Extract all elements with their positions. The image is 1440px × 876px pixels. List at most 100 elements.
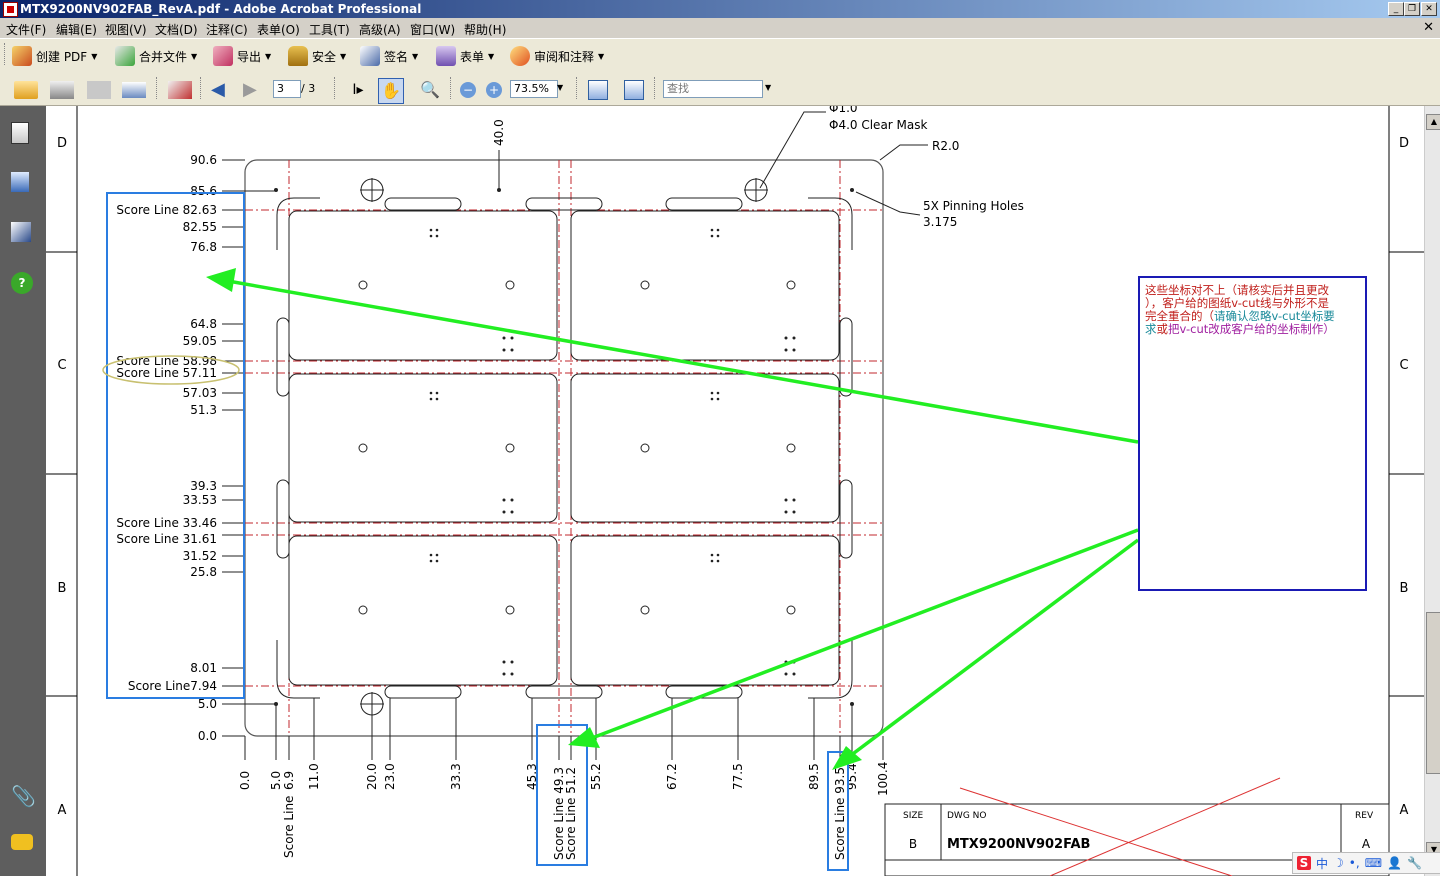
user-icon[interactable]: 👤 [1387,856,1402,870]
signatures-icon[interactable] [11,222,31,242]
next-page-icon[interactable]: ▶ [243,81,263,99]
drawing-canvas: D C B A D C B A 90.6 85.6 Score Line 82.… [46,106,1424,876]
toolbar-grip[interactable] [200,77,204,99]
zoom-out-icon[interactable]: − [460,82,476,98]
x-label: 55.2 [589,763,603,790]
ime-logo-icon[interactable]: S [1297,856,1311,870]
menu-advanced[interactable]: 高级(A) [359,21,401,38]
y-label: 64.8 [190,317,217,331]
email-icon[interactable] [122,82,146,98]
forms-icon [436,46,456,66]
x-label: 6.9 [282,771,296,790]
toolbar-grip[interactable] [156,77,160,99]
y-label: 76.8 [190,240,217,254]
export-label: 导出 [237,49,262,64]
review-comment-button[interactable]: 审阅和注释 ▼ [510,45,604,67]
export-icon [213,46,233,66]
menu-comments[interactable]: 注释(C) [206,21,248,38]
navigation-panel: ? 📎 [0,106,46,876]
open-folder-icon[interactable] [14,81,38,99]
toolbar-grip[interactable] [4,43,8,65]
document-close-icon[interactable]: ✕ [1423,20,1434,35]
search-input[interactable]: 查找 [663,80,763,98]
zoom-tool-icon[interactable]: 🔍 [418,81,442,105]
vertical-scrollbar[interactable]: ▲ ▼ [1424,106,1440,876]
forms-label: 表单 [460,49,485,64]
comment-text-seg-a: 完全重合的（ [1145,309,1214,323]
zoom-dropdown-icon[interactable]: ▼ [557,83,563,92]
scroll-up-icon[interactable]: ▲ [1426,114,1440,130]
menu-window[interactable]: 窗口(W) [410,21,455,38]
ime-toolbar: S 中 ☽ •, ⌨ 👤 🔧 [1292,852,1440,874]
sign-label: 签名 [384,49,409,64]
attachments-icon[interactable]: 📎 [11,784,36,808]
toolbar-grip[interactable] [576,77,580,99]
chinese-mode-icon[interactable]: 中 [1316,855,1328,872]
fit-width-icon[interactable] [588,80,608,100]
bookmarks-icon[interactable] [11,172,29,192]
x-label: 5.0 [269,771,283,790]
zoom-in-icon[interactable]: + [486,82,502,98]
menu-view[interactable]: 视图(V) [105,21,147,38]
menu-help[interactable]: 帮助(H) [464,21,506,38]
previous-page-icon[interactable]: ◀ [211,81,231,99]
save-icon[interactable] [87,81,111,99]
page-number-input[interactable]: 3 [273,80,301,98]
print-icon[interactable] [50,81,74,99]
comment-text-seg-e: 把v-cut改成客户给的坐标制作） [1168,322,1335,336]
y-label: 51.3 [190,403,217,417]
menu-forms[interactable]: 表单(O) [257,21,300,38]
zone-label-left-d: D [57,136,67,151]
menu-tools[interactable]: 工具(T) [309,21,350,38]
y-label: 31.52 [183,549,217,563]
combine-files-label: 合并文件 [139,49,188,64]
select-text-icon[interactable]: I▸ [346,81,370,105]
pen-icon [360,46,380,66]
top-dimension-label: 40.0 [492,119,506,146]
x-label: 20.0 [365,763,379,790]
comments-icon[interactable] [11,834,33,850]
sign-button[interactable]: 签名 ▼ [360,45,418,67]
menu-file[interactable]: 文件(F) [6,21,46,38]
moon-icon[interactable]: ☽ [1333,856,1344,870]
y-score-label: Score Line7.94 [128,679,217,693]
y-label: 82.55 [183,220,217,234]
forms-button[interactable]: 表单 ▼ [436,45,494,67]
help-icon[interactable]: ? [11,272,33,294]
toolbar-grip[interactable] [334,77,338,99]
toolbar-grip[interactable] [450,77,454,99]
menu-document[interactable]: 文档(D) [155,21,198,38]
hand-tool-icon[interactable]: ✋ [378,78,404,104]
toolbar-grip[interactable] [654,77,658,99]
x-label: 77.5 [731,763,745,790]
search-dropdown-icon[interactable]: ▼ [765,83,771,92]
pages-icon[interactable] [11,122,29,144]
menu-edit[interactable]: 编辑(E) [56,21,97,38]
rev-label: REV [1355,811,1374,821]
window-title: MTX9200NV902FAB_RevA.pdf - Adobe Acrobat… [20,2,422,16]
tools-icon[interactable]: 🔧 [1407,856,1422,870]
zoom-level-input[interactable]: 73.5% [510,80,558,98]
x-label: 89.5 [807,763,821,790]
comment-text-seg-c: 求 [1145,322,1157,336]
ocr-icon[interactable] [168,81,192,99]
review-comment-label: 审阅和注释 [534,49,595,64]
comment-text-line4: 求或把v-cut改成客户给的坐标制作） [1145,322,1335,336]
zone-label-left-c: C [57,358,66,373]
combine-files-button[interactable]: 合并文件 ▼ [115,45,197,67]
comment-text-seg-d: 或 [1157,322,1169,336]
x-score-label: Score Line 51.2 [564,767,578,860]
fit-page-icon[interactable] [624,80,644,100]
restore-button[interactable]: ❐ [1404,2,1420,16]
close-button[interactable]: ✕ [1421,2,1437,16]
rev-value: A [1362,837,1371,851]
punctuation-icon[interactable]: •, [1349,856,1360,870]
minimize-button[interactable]: _ [1388,2,1404,16]
create-pdf-button[interactable]: 创建 PDF ▼ [12,45,97,67]
security-button[interactable]: 安全 ▼ [288,45,346,67]
y-score-label: Score Line 31.61 [116,532,217,546]
document-view[interactable]: D C B A D C B A 90.6 85.6 Score Line 82.… [46,106,1424,876]
scroll-thumb[interactable] [1426,612,1440,774]
keyboard-icon[interactable]: ⌨ [1365,856,1382,870]
export-button[interactable]: 导出 ▼ [213,45,271,67]
